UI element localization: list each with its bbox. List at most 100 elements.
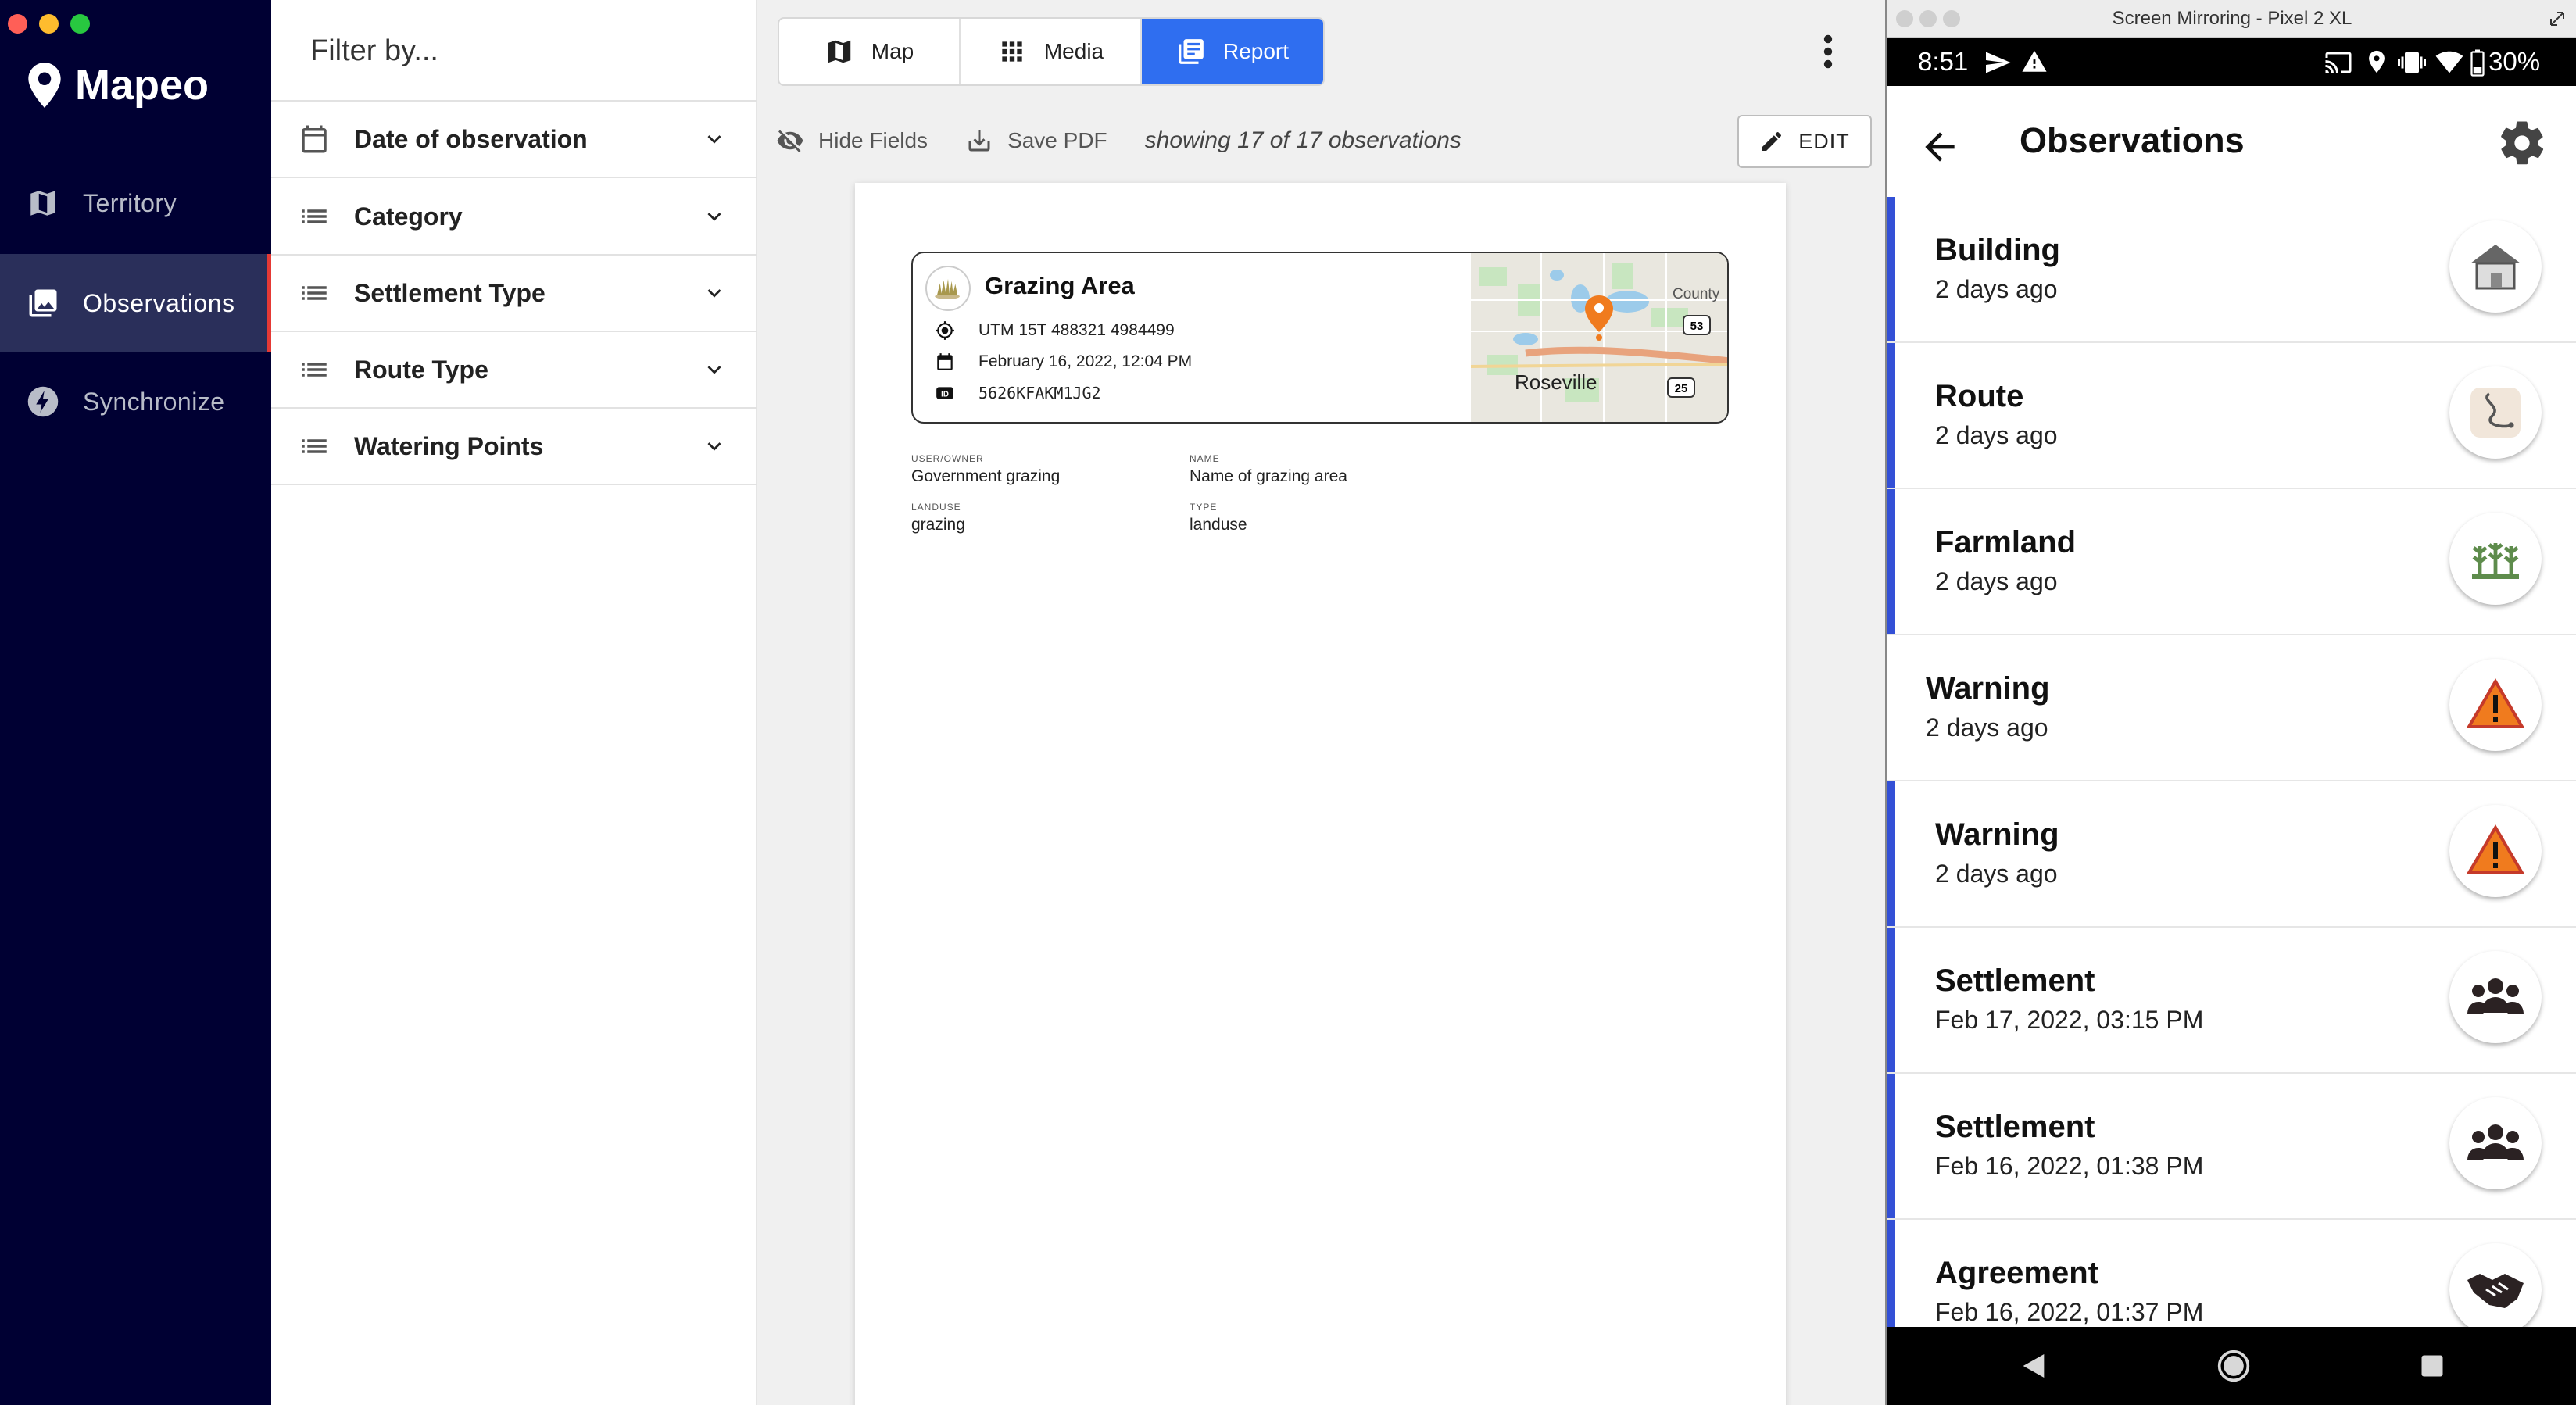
- observation-date: 2 days ago: [1935, 275, 2058, 303]
- field-label: LANDUSE: [911, 502, 961, 513]
- minimize-window-button[interactable]: [1919, 10, 1937, 27]
- save-pdf-label: Save PDF: [1007, 128, 1107, 152]
- list-icon: [302, 363, 327, 377]
- filter-category[interactable]: Category: [271, 179, 757, 256]
- sync-indicator: [1887, 781, 1895, 926]
- android-nav-bar: [1887, 1327, 2576, 1405]
- android-app-bar: Observations: [1887, 86, 2576, 197]
- observation-count: showing 17 of 17 observations: [1144, 127, 1462, 153]
- location-icon: [2369, 50, 2385, 73]
- nav-back-icon[interactable]: [2018, 1350, 2049, 1382]
- filter-label: Date of observation: [354, 124, 588, 153]
- field-name: NAME Name of grazing area: [1190, 453, 1347, 486]
- observation-fields: USER/OWNER Government grazing NAME Name …: [911, 453, 1615, 570]
- calendar-icon: [937, 353, 953, 370]
- field-type: TYPE landuse: [1190, 502, 1247, 534]
- field-value: Government grazing: [911, 467, 1061, 485]
- svg-text:ID: ID: [941, 390, 949, 399]
- chevron-down-icon: [707, 289, 721, 298]
- close-window-button[interactable]: [8, 14, 27, 34]
- back-arrow-icon[interactable]: [1918, 125, 1962, 169]
- edit-label: EDIT: [1798, 129, 1850, 153]
- chevron-down-icon: [707, 442, 721, 451]
- resize-icon[interactable]: [2548, 9, 2567, 28]
- list-icon: [302, 439, 327, 453]
- id-row: ID 5626KFAKM1JG2: [935, 383, 1101, 403]
- calendar-icon: [302, 125, 327, 153]
- warning-icon: [2022, 50, 2047, 72]
- minimize-window-button[interactable]: [39, 14, 59, 34]
- observation-card: Grazing Area UTM 15T 488321 4984499 Febr…: [911, 252, 1729, 424]
- maximize-window-button[interactable]: [70, 14, 90, 34]
- observation-date: Feb 16, 2022, 01:38 PM: [1935, 1152, 2204, 1180]
- observation-title: Grazing Area: [985, 272, 1135, 299]
- report-page: Grazing Area UTM 15T 488321 4984499 Febr…: [855, 183, 1786, 1405]
- observation-title: Agreement: [1935, 1256, 2098, 1290]
- field-user-owner: USER/OWNER Government grazing: [911, 453, 1060, 486]
- observation-list-item[interactable]: Route 2 days ago: [1887, 343, 2576, 489]
- filter-date-of-observation[interactable]: Date of observation: [271, 102, 757, 178]
- close-window-button[interactable]: [1896, 10, 1913, 27]
- mirroring-titlebar: Screen Mirroring - Pixel 2 XL: [1887, 0, 2576, 38]
- maximize-window-button[interactable]: [1943, 10, 1960, 27]
- cast-icon: [2325, 52, 2352, 73]
- tab-map[interactable]: Map: [779, 19, 961, 84]
- id-badge-icon: ID: [936, 387, 953, 399]
- observation-date: 2 days ago: [1935, 567, 2058, 595]
- edit-button[interactable]: EDIT: [1737, 115, 1872, 168]
- app-logo: Mapeo: [25, 61, 209, 109]
- field-label: TYPE: [1190, 502, 1218, 513]
- tab-report[interactable]: Report: [1142, 19, 1323, 84]
- observation-list-item[interactable]: Warning 2 days ago: [1887, 635, 2576, 781]
- filter-route-type[interactable]: Route Type: [271, 332, 757, 409]
- observation-list-item[interactable]: Farmland 2 days ago: [1887, 489, 2576, 635]
- sidebar-item-label: Synchronize: [83, 387, 225, 416]
- photo-library-icon: [29, 289, 57, 317]
- nav-home-icon[interactable]: [2216, 1349, 2251, 1383]
- building-icon: [2449, 220, 2542, 313]
- observation-title: Route: [1935, 379, 2024, 413]
- tab-media[interactable]: Media: [961, 19, 1142, 84]
- vibrate-icon: [2398, 52, 2426, 73]
- date-text: February 16, 2022, 12:04 PM: [979, 352, 1193, 370]
- wifi-icon: [2435, 51, 2463, 73]
- hide-fields-label: Hide Fields: [818, 128, 928, 152]
- gear-icon[interactable]: [2496, 117, 2548, 169]
- list-icon: [302, 286, 327, 300]
- sidebar-item-observations[interactable]: Observations: [0, 254, 271, 352]
- chevron-down-icon: [707, 135, 721, 144]
- people-icon: [2449, 1097, 2542, 1189]
- field-label: USER/OWNER: [911, 453, 984, 464]
- sync-indicator: [1887, 343, 1895, 488]
- filter-settlement-type[interactable]: Settlement Type: [271, 256, 757, 332]
- filter-label: Route Type: [354, 355, 488, 384]
- more-vert-icon[interactable]: [1822, 33, 1834, 70]
- sync-indicator: [1887, 928, 1895, 1072]
- observation-list-item[interactable]: Settlement Feb 16, 2022, 01:38 PM: [1887, 1074, 2576, 1220]
- location-row: UTM 15T 488321 4984499: [935, 320, 1175, 341]
- report-toolbar: Hide Fields Save PDF showing 17 of 17 ob…: [776, 117, 1462, 164]
- route-icon: [2449, 366, 2542, 459]
- observation-date: 2 days ago: [1926, 713, 2048, 742]
- sidebar-item-label: Observations: [83, 288, 235, 317]
- status-time: 8:51: [1918, 47, 1969, 76]
- observation-list-item[interactable]: Settlement Feb 17, 2022, 03:15 PM: [1887, 928, 2576, 1074]
- save-pdf-button[interactable]: Save PDF: [965, 127, 1107, 155]
- filter-watering-points[interactable]: Watering Points: [271, 409, 757, 485]
- gps-icon: [936, 321, 954, 340]
- id-text: 5626KFAKM1JG2: [979, 384, 1101, 402]
- sidebar-item-territory[interactable]: Territory: [0, 154, 271, 252]
- chevron-down-icon: [707, 213, 721, 221]
- hide-fields-button[interactable]: Hide Fields: [776, 127, 928, 155]
- sidebar-item-synchronize[interactable]: Synchronize: [0, 352, 271, 451]
- observation-list-item[interactable]: Warning 2 days ago: [1887, 781, 2576, 928]
- observation-list-item[interactable]: Building 2 days ago: [1887, 197, 2576, 343]
- mirroring-window-title: Screen Mirroring - Pixel 2 XL: [2112, 8, 2352, 29]
- map-route-badge-1: 53: [1690, 320, 1704, 333]
- field-value: landuse: [1190, 516, 1247, 534]
- app-name: Mapeo: [75, 62, 209, 109]
- sync-indicator: [1887, 197, 1895, 341]
- handshake-icon: [2449, 1243, 2542, 1335]
- nav-recents-icon[interactable]: [2418, 1352, 2446, 1380]
- observation-title: Warning: [1926, 671, 2050, 706]
